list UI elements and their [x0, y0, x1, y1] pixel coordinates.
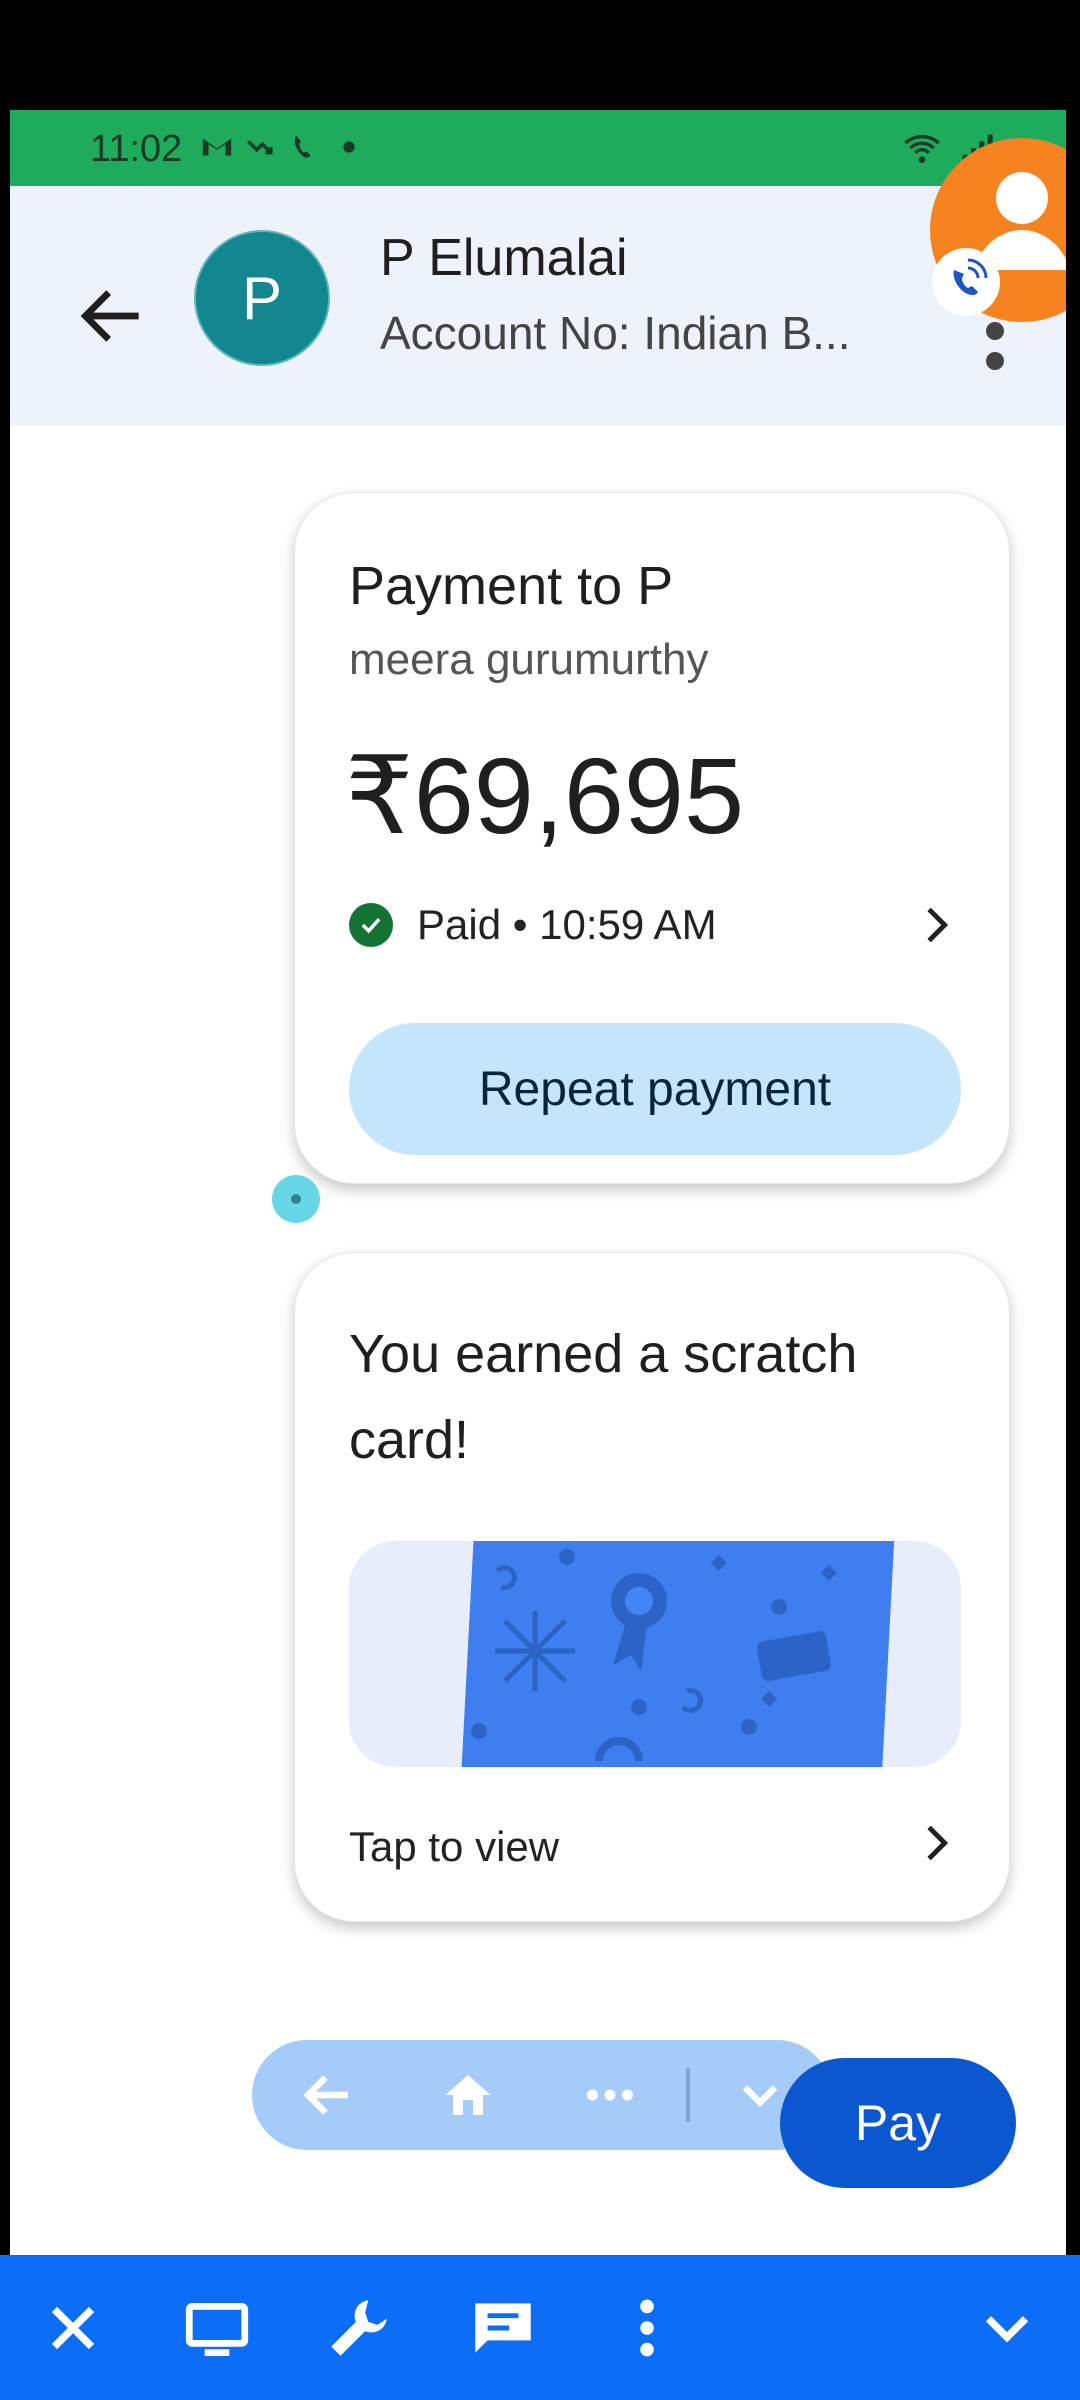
back-arrow-icon[interactable]	[72, 276, 152, 356]
chevron-right-icon[interactable]	[923, 1823, 953, 1863]
payment-amount: ₹69,695	[345, 735, 745, 856]
phone-screen: 11:02 P P Elumalai Account No: Indian B.…	[10, 110, 1066, 2255]
home-icon[interactable]	[438, 2065, 498, 2125]
scratch-card-title: You earned a scratch card!	[349, 1324, 858, 1470]
payment-title: Payment to P	[349, 556, 674, 616]
account-number[interactable]: Account No: Indian B...	[380, 306, 851, 360]
pay-button[interactable]: Pay	[780, 2058, 1016, 2188]
contact-name[interactable]: P Elumalai	[380, 228, 628, 288]
tap-to-view-label[interactable]: Tap to view	[349, 1823, 559, 1871]
repeat-payment-button[interactable]: Repeat payment	[349, 1023, 961, 1155]
monitor-icon[interactable]	[180, 2291, 254, 2365]
chat-icon[interactable]	[466, 2291, 540, 2365]
status-bar: 11:02	[10, 110, 1066, 186]
more-horiz-icon[interactable]	[580, 2065, 640, 2125]
check-circle-icon	[349, 903, 393, 947]
chevron-right-icon[interactable]	[923, 905, 953, 945]
wrench-icon[interactable]	[322, 2291, 396, 2365]
payment-status-row[interactable]: Paid • 10:59 AM	[349, 901, 717, 949]
payment-subtitle: meera gurumurthy	[349, 635, 709, 684]
nav-divider	[686, 2068, 690, 2122]
status-time: 11:02	[90, 128, 183, 170]
bottom-toolbar	[0, 2255, 1080, 2400]
chevron-down-icon[interactable]	[970, 2291, 1044, 2365]
nav-back-icon[interactable]	[298, 2065, 358, 2125]
more-vert-icon[interactable]	[610, 2291, 684, 2365]
scratch-card-illustration	[460, 1541, 895, 1767]
missed-call-icon	[247, 140, 273, 155]
status-notification-icons	[200, 130, 366, 164]
gmail-icon	[202, 138, 232, 156]
chat-header: P P Elumalai Account No: Indian B...	[10, 186, 1066, 426]
avatar[interactable]: P	[194, 230, 330, 366]
top-black-bar	[0, 0, 1080, 110]
touch-indicator	[272, 1175, 320, 1223]
wifi-call-icon	[294, 135, 311, 158]
floating-nav-bar	[252, 2040, 832, 2150]
payment-card[interactable]: Payment to P meera gurumurthy ₹69,695 Pa…	[294, 492, 1010, 1184]
scratch-card-image[interactable]	[349, 1541, 961, 1767]
scratch-card[interactable]: You earned a scratch card! Tap to view	[294, 1252, 1010, 1922]
floating-call-bubble-icon[interactable]	[922, 130, 1066, 340]
notification-dot-icon	[343, 141, 355, 153]
payment-status: Paid • 10:59 AM	[417, 901, 717, 948]
close-icon[interactable]	[36, 2291, 110, 2365]
